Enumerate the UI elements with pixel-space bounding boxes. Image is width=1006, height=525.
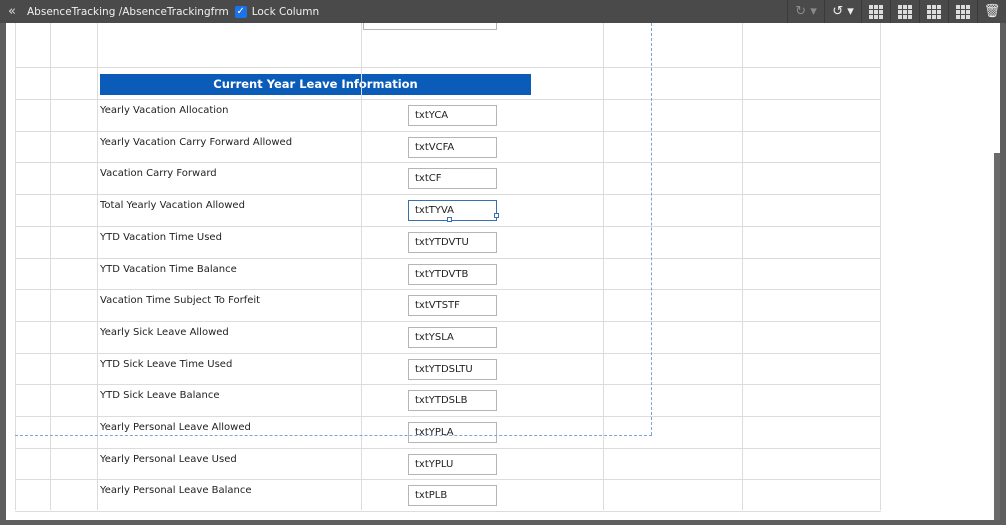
grid-line: [742, 23, 743, 510]
grid-line: [97, 23, 98, 510]
collapse-left-icon[interactable]: «: [8, 5, 20, 18]
form-canvas: Current Year Leave Information Yearly Va…: [6, 23, 1000, 520]
field-label: YTD Vacation Time Balance: [100, 264, 237, 275]
grid-layout-3-button[interactable]: [919, 0, 948, 23]
grid-icon: [869, 4, 883, 19]
text-field[interactable]: txtVTSTF: [408, 295, 497, 316]
text-field[interactable]: txtYTDVTU: [408, 232, 497, 253]
field-label: Yearly Personal Leave Used: [100, 454, 237, 465]
resize-handle[interactable]: [494, 213, 499, 218]
field-label: Vacation Carry Forward: [100, 168, 217, 179]
text-field[interactable]: txtPLB: [408, 485, 497, 506]
grid-icon: [927, 4, 941, 19]
grid-layout-4-button[interactable]: [948, 0, 977, 23]
field-label: YTD Vacation Time Used: [100, 232, 222, 243]
text-field[interactable]: [363, 23, 497, 30]
grid-line: [603, 23, 604, 510]
delete-button[interactable]: 🗑: [977, 0, 1006, 23]
field-label: Yearly Personal Leave Allowed: [100, 422, 251, 433]
grid-layout-2-button[interactable]: [890, 0, 919, 23]
grid-icon: [956, 4, 970, 19]
text-field[interactable]: txtVCFA: [408, 137, 497, 158]
text-field[interactable]: txtYCA: [408, 105, 497, 126]
column-guide: [651, 23, 652, 435]
field-label: Total Yearly Vacation Allowed: [100, 200, 245, 211]
grid-line: [50, 23, 51, 510]
redo-icon: ↻ ▾: [795, 4, 817, 19]
grid-layout-1-button[interactable]: [861, 0, 890, 23]
text-field[interactable]: txtYTDVTB: [408, 264, 497, 285]
field-label: Yearly Vacation Allocation: [100, 105, 229, 116]
text-field[interactable]: txtYSLA: [408, 327, 497, 348]
text-field[interactable]: txtYTDSLB: [408, 390, 497, 411]
field-label: Yearly Vacation Carry Forward Allowed: [100, 137, 293, 148]
undo-icon: ↺ ▾: [832, 4, 854, 19]
resize-handle[interactable]: [447, 217, 452, 222]
grid-line: [361, 23, 362, 510]
lock-column-checkbox[interactable]: ✓: [234, 5, 247, 18]
text-field[interactable]: txtCF: [408, 168, 497, 189]
text-field[interactable]: txtYPLU: [408, 454, 497, 475]
trash-icon: 🗑: [983, 4, 1001, 19]
designer-toolbar: « AbsenceTracking /AbsenceTrackingfrm ✓ …: [0, 0, 1006, 23]
bottom-edge: [0, 520, 1006, 525]
toolbar-actions: ↻ ▾ ↺ ▾ 🗑: [787, 0, 1006, 23]
row-guide: [15, 435, 652, 436]
field-label: Yearly Personal Leave Balance: [100, 485, 252, 496]
field-label: Vacation Time Subject To Forfeit: [100, 295, 261, 306]
undo-button[interactable]: ↺ ▾: [824, 0, 861, 23]
field-label: YTD Sick Leave Time Used: [100, 359, 233, 370]
vertical-scrollbar[interactable]: [994, 23, 1000, 520]
field-label: Yearly Sick Leave Allowed: [100, 327, 229, 338]
section-header: Current Year Leave Information: [100, 74, 531, 95]
grid-line: [15, 23, 16, 510]
scrollbar-thumb[interactable]: [994, 153, 1000, 520]
grid-icon: [898, 4, 912, 19]
field-label: YTD Sick Leave Balance: [100, 390, 220, 401]
text-field[interactable]: txtYPLA: [408, 422, 497, 443]
text-field[interactable]: txtYTDSLTU: [408, 359, 497, 380]
text-field[interactable]: txtTYVA: [408, 200, 497, 221]
grid-line: [880, 23, 881, 510]
redo-button[interactable]: ↻ ▾: [787, 0, 824, 23]
form-path: AbsenceTracking /AbsenceTrackingfrm: [27, 5, 229, 18]
lock-column-label: Lock Column: [251, 5, 320, 18]
